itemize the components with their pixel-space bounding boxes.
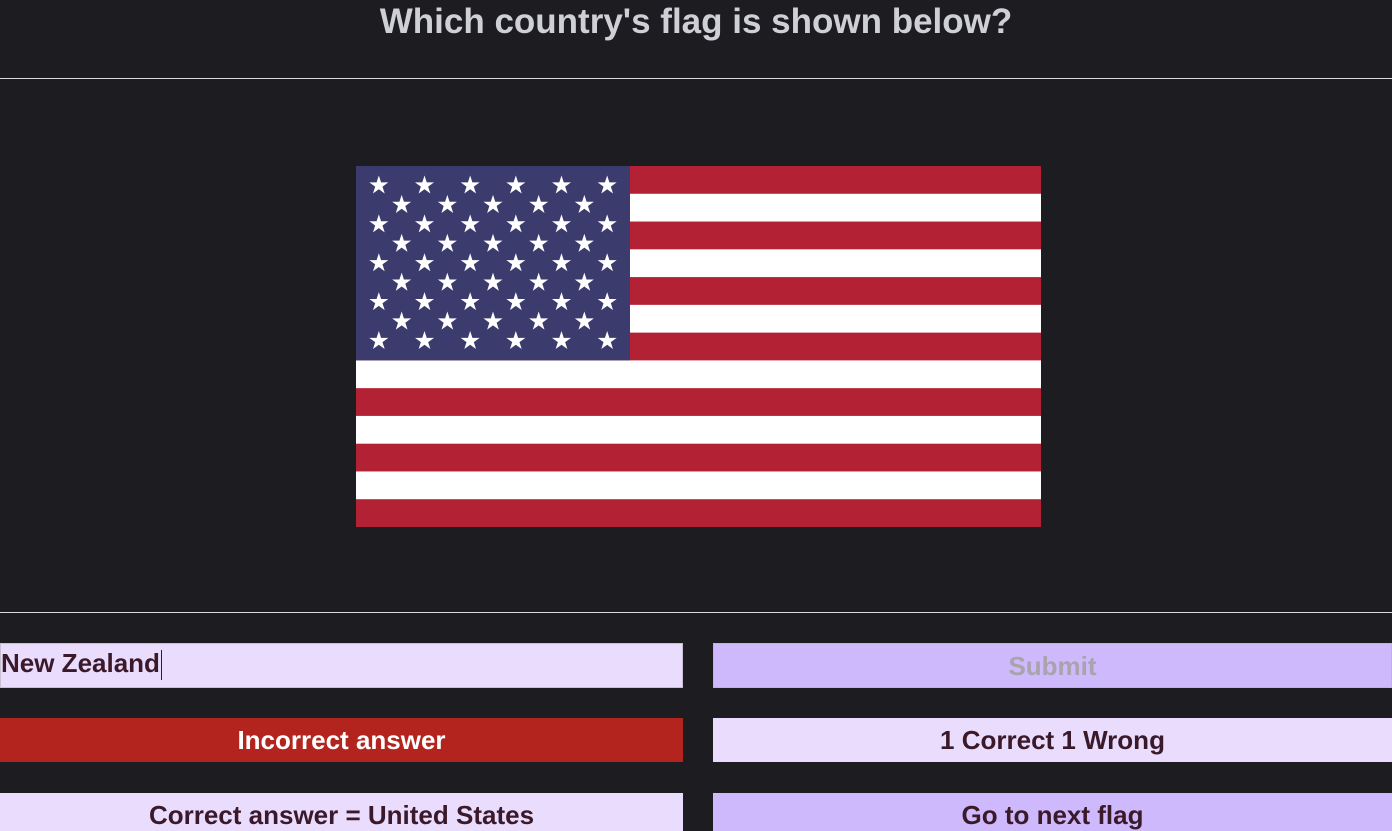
flag-stripe [356,388,1041,417]
question-title: Which country's flag is shown below? [379,2,1013,41]
correct-answer-display: Correct answer = United States [0,793,683,831]
score-display: 1 Correct 1 Wrong [713,718,1392,762]
top-divider [0,78,1392,79]
next-flag-button[interactable]: Go to next flag [713,793,1392,831]
flag-stripe [356,360,1041,389]
bottom-divider [0,612,1392,613]
flag-image [356,166,1041,527]
flag-quiz-page: Which country's flag is shown below? New… [0,0,1392,831]
united-states-flag-icon [356,166,1041,527]
flag-stripe [356,415,1041,445]
flag-stripe [356,443,1041,472]
answer-input[interactable]: New Zealand [0,643,683,688]
feedback-banner: Incorrect answer [0,718,683,762]
flag-stripe [356,499,1041,527]
answer-input-value: New Zealand [1,648,160,678]
submit-button[interactable]: Submit [713,643,1392,688]
flag-stripe [356,471,1041,500]
text-caret [160,650,162,681]
